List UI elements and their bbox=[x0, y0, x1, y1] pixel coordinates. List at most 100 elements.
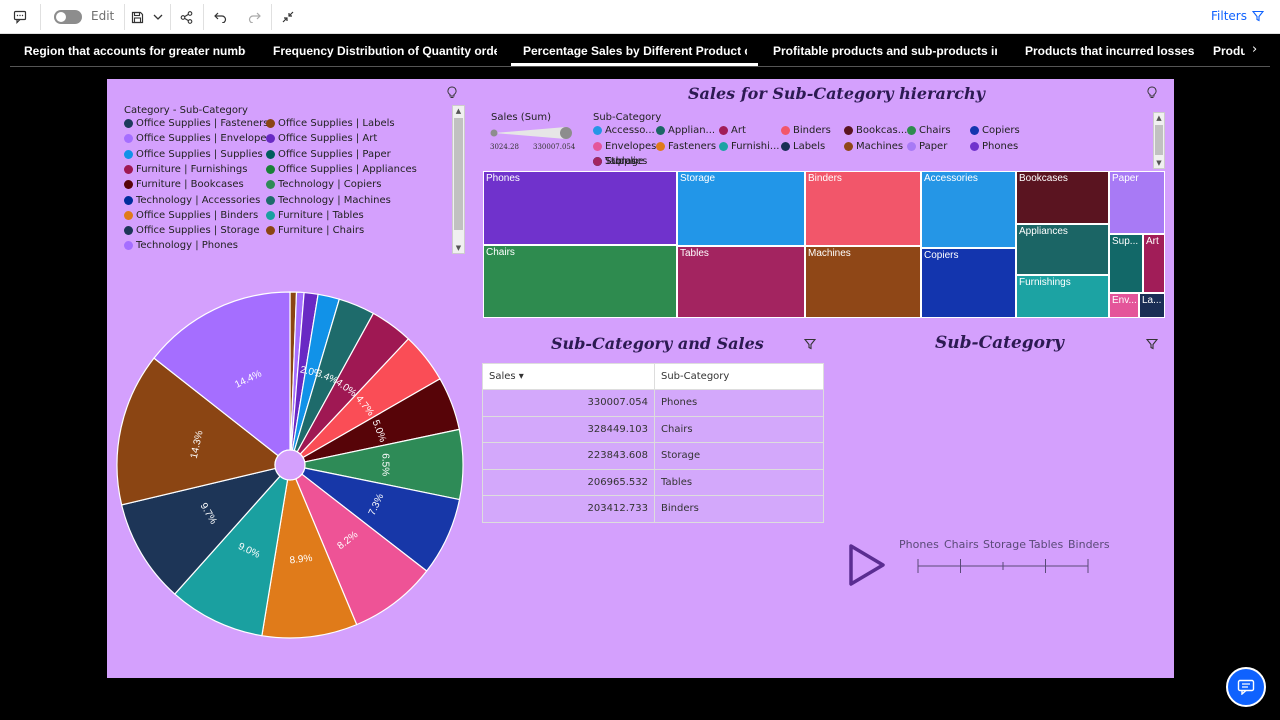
tab-profitable[interactable]: Profitable products and sub-products in … bbox=[773, 44, 997, 58]
tab-scroll-right-icon[interactable]: › bbox=[1252, 42, 1257, 57]
treemap-cell[interactable]: Bookcases bbox=[1016, 171, 1109, 224]
scroll-down-icon[interactable]: ▼ bbox=[1154, 158, 1164, 168]
pie-legend-scrollbar[interactable]: ▲ ▼ bbox=[452, 105, 465, 254]
tab-percentage-sales[interactable]: Percentage Sales by Different Product ca… bbox=[523, 44, 747, 58]
header-sales[interactable]: Sales ▾ bbox=[482, 363, 655, 390]
treemap-cell[interactable]: Copiers bbox=[921, 248, 1016, 318]
scroll-down-icon[interactable]: ▼ bbox=[453, 243, 464, 253]
redo-button[interactable] bbox=[244, 0, 264, 34]
scroll-thumb[interactable] bbox=[1155, 125, 1163, 155]
pie-legend-item[interactable]: Technology | Copiers bbox=[266, 179, 381, 190]
pie-legend-item[interactable]: Technology | Phones bbox=[124, 240, 238, 251]
treemap-cell[interactable]: Machines bbox=[805, 246, 921, 318]
color-legend-item[interactable]: Art bbox=[719, 125, 746, 136]
legend-label: Fasteners bbox=[668, 140, 717, 152]
pie-insight-icon[interactable] bbox=[447, 86, 457, 102]
treemap-insight-icon[interactable] bbox=[1147, 86, 1157, 102]
legend-label: Technology | Phones bbox=[136, 240, 238, 252]
pie-legend-item[interactable]: Office Supplies | Supplies bbox=[124, 149, 263, 160]
tab-frequency[interactable]: Frequency Distribution of Quantity order… bbox=[273, 44, 497, 58]
treemap-cell[interactable]: Tables bbox=[677, 246, 805, 318]
share-button[interactable] bbox=[176, 0, 196, 34]
filters-button[interactable]: Filters bbox=[1211, 9, 1264, 23]
pie-legend-item[interactable]: Office Supplies | Labels bbox=[266, 118, 395, 129]
save-menu-button[interactable] bbox=[150, 0, 166, 34]
table-row[interactable]: 223843.608 Storage bbox=[482, 442, 824, 470]
slider-label[interactable]: Storage bbox=[983, 538, 1026, 551]
color-legend-item[interactable]: Accesso... bbox=[593, 125, 655, 136]
undo-button[interactable] bbox=[210, 0, 230, 34]
pie-legend-item[interactable]: Technology | Accessories bbox=[124, 195, 260, 206]
pie-legend-item[interactable]: Office Supplies | Envelopes bbox=[124, 133, 272, 144]
size-legend-wedge bbox=[490, 127, 572, 139]
color-legend-item[interactable]: Copiers bbox=[970, 125, 1020, 136]
color-legend-item[interactable]: Machines bbox=[844, 141, 903, 152]
chat-button[interactable] bbox=[1226, 667, 1266, 707]
pie-legend-item[interactable]: Office Supplies | Art bbox=[266, 133, 377, 144]
sub-category-slider[interactable] bbox=[915, 556, 1095, 576]
color-legend-item[interactable]: Labels bbox=[781, 141, 825, 152]
scroll-up-icon[interactable]: ▲ bbox=[1154, 113, 1164, 123]
treemap-cell[interactable]: Accessories bbox=[921, 171, 1016, 248]
pie-legend-item[interactable]: Office Supplies | Fasteners bbox=[124, 118, 268, 129]
divider bbox=[40, 4, 41, 30]
pie-legend-item[interactable]: Office Supplies | Binders bbox=[124, 210, 258, 221]
legend-swatch bbox=[970, 126, 979, 135]
slider-label[interactable]: Binders bbox=[1068, 538, 1110, 551]
comment-button[interactable] bbox=[8, 0, 32, 34]
color-legend-item[interactable]: Bookcas... bbox=[844, 125, 907, 136]
color-legend-item[interactable]: Envelopes bbox=[593, 141, 656, 152]
treemap-cell[interactable]: Appliances bbox=[1016, 224, 1109, 275]
table-row[interactable]: 203412.733 Binders bbox=[482, 495, 824, 523]
color-legend-item[interactable]: Furnishi... bbox=[719, 141, 779, 152]
tab-products[interactable]: Produ bbox=[1213, 44, 1245, 58]
treemap-cell[interactable]: Storage bbox=[677, 171, 805, 246]
pie-legend-item[interactable]: Furniture | Chairs bbox=[266, 225, 364, 236]
scroll-thumb[interactable] bbox=[454, 118, 463, 230]
treemap-cell[interactable]: Env... bbox=[1109, 293, 1139, 318]
table-filter-icon[interactable] bbox=[803, 338, 817, 353]
treemap-cell[interactable]: Chairs bbox=[483, 245, 677, 318]
collapse-button[interactable] bbox=[278, 0, 298, 34]
pie-legend-item[interactable]: Technology | Machines bbox=[266, 195, 391, 206]
pie-legend-item[interactable]: Office Supplies | Paper bbox=[266, 149, 391, 160]
color-legend-item[interactable]: Fasteners bbox=[656, 141, 716, 152]
treemap-cell[interactable]: Phones bbox=[483, 171, 677, 245]
edit-toggle[interactable] bbox=[54, 10, 82, 24]
color-legend-item[interactable]: Phones bbox=[970, 141, 1018, 152]
header-sub-category[interactable]: Sub-Category bbox=[654, 363, 824, 390]
color-legend-item[interactable]: Chairs bbox=[907, 125, 951, 136]
subcat-cell: Phones bbox=[654, 389, 824, 417]
tab-losses[interactable]: Products that incurred losses bbox=[1025, 44, 1205, 58]
save-button[interactable] bbox=[128, 0, 146, 34]
treemap-cell-label: Machines bbox=[808, 248, 851, 259]
treemap-cell[interactable]: La... bbox=[1139, 293, 1165, 318]
treemap-cell[interactable]: Paper bbox=[1109, 171, 1165, 234]
tab-region[interactable]: Region that accounts for greater number … bbox=[24, 44, 246, 58]
table-row[interactable]: 328449.103 Chairs bbox=[482, 415, 824, 443]
pie-legend-item[interactable]: Office Supplies | Storage bbox=[124, 225, 260, 236]
scroll-up-icon[interactable]: ▲ bbox=[453, 106, 464, 116]
treemap-cell[interactable]: Binders bbox=[805, 171, 921, 246]
slider-label[interactable]: Tables bbox=[1029, 538, 1063, 551]
chevron-down-icon bbox=[153, 14, 163, 20]
pie-legend-item[interactable]: Furniture | Bookcases bbox=[124, 179, 244, 190]
color-legend-item[interactable]: Applian... bbox=[656, 125, 715, 136]
play-button[interactable] bbox=[847, 543, 887, 591]
treemap-cell[interactable]: Furnishings bbox=[1016, 275, 1109, 318]
pie-legend-item[interactable]: Furniture | Tables bbox=[266, 210, 364, 221]
color-legend-scrollbar[interactable]: ▲ ▼ bbox=[1153, 112, 1165, 169]
color-legend-item[interactable]: Binders bbox=[781, 125, 831, 136]
table-header-row: Sales ▾ Sub-Category bbox=[482, 363, 824, 390]
table-row[interactable]: 330007.054 Phones bbox=[482, 389, 824, 417]
table-row[interactable]: 206965.532 Tables bbox=[482, 468, 824, 496]
treemap-cell[interactable]: Sup... bbox=[1109, 234, 1143, 293]
pie-legend-item[interactable]: Office Supplies | Appliances bbox=[266, 164, 417, 175]
slider-label[interactable]: Chairs bbox=[944, 538, 979, 551]
color-legend-item[interactable]: Paper bbox=[907, 141, 947, 152]
slider-label[interactable]: Phones bbox=[899, 538, 939, 551]
selector-filter-icon[interactable] bbox=[1145, 338, 1159, 353]
treemap-cell[interactable]: Art bbox=[1143, 234, 1165, 293]
color-legend-item[interactable]: Tables bbox=[593, 156, 636, 167]
pie-legend-item[interactable]: Furniture | Furnishings bbox=[124, 164, 247, 175]
